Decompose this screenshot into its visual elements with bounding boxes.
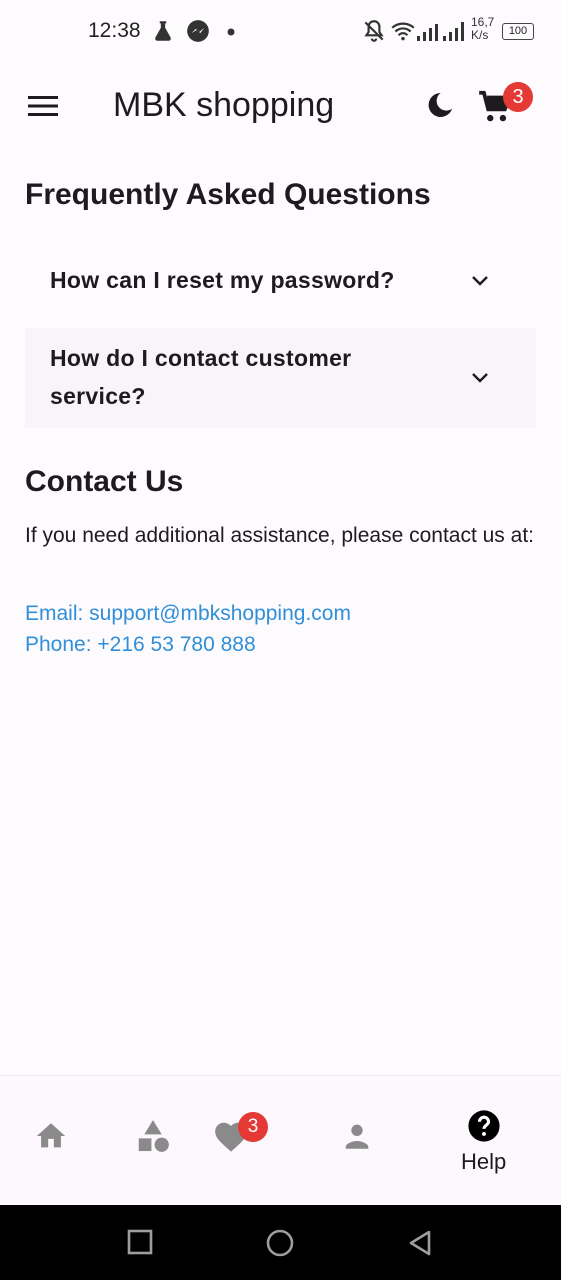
profile-person-icon[interactable] [340, 1119, 374, 1153]
favorites-count-badge: 3 [238, 1112, 268, 1142]
network-speed: 16,7 K/s [471, 16, 494, 42]
chevron-down-icon [472, 373, 488, 383]
back-triangle-icon[interactable] [405, 1228, 435, 1258]
categories-icon[interactable] [134, 1117, 172, 1155]
contact-title: Contact Us [25, 465, 184, 498]
battery-icon: 100 [502, 23, 534, 40]
faq-question-line: service? [50, 383, 146, 409]
network-speed-unit: K/s [471, 28, 489, 42]
messenger-icon [187, 20, 209, 42]
notification-dot-icon [227, 28, 235, 36]
dark-mode-moon-icon[interactable] [424, 89, 456, 121]
signal-icon [417, 22, 464, 41]
contact-description: If you need additional assistance, pleas… [25, 524, 534, 547]
contact-phone-link[interactable]: Phone: +216 53 780 888 [25, 633, 256, 657]
wifi-icon [391, 22, 415, 41]
lab-flask-icon [155, 21, 171, 41]
faq-title: Frequently Asked Questions [25, 178, 431, 211]
nav-label-help[interactable]: Help [461, 1149, 506, 1175]
help-question-icon[interactable] [467, 1109, 501, 1143]
chevron-down-icon [472, 276, 488, 286]
cart-count-badge: 3 [503, 82, 533, 112]
home-icon[interactable] [34, 1119, 68, 1153]
contact-email-link[interactable]: Email: support@mbkshopping.com [25, 602, 351, 626]
menu-icon[interactable] [28, 94, 60, 118]
home-circle-icon[interactable] [265, 1228, 295, 1258]
faq-question: How do I contact customer service? [50, 339, 351, 415]
bell-off-icon [364, 20, 384, 42]
faq-item-contact-service[interactable]: How do I contact customer service? [25, 328, 536, 428]
faq-item-reset-password[interactable]: How can I reset my password? [25, 244, 536, 316]
app-title: MBK shopping [113, 86, 335, 124]
status-bar: 12:38 16,7 K/s 100 [0, 0, 561, 64]
faq-question-line: How do I contact customer [50, 345, 352, 371]
faq-question: How can I reset my password? [50, 267, 395, 293]
status-time: 12:38 [88, 19, 141, 42]
recent-apps-square-icon[interactable] [126, 1228, 156, 1258]
